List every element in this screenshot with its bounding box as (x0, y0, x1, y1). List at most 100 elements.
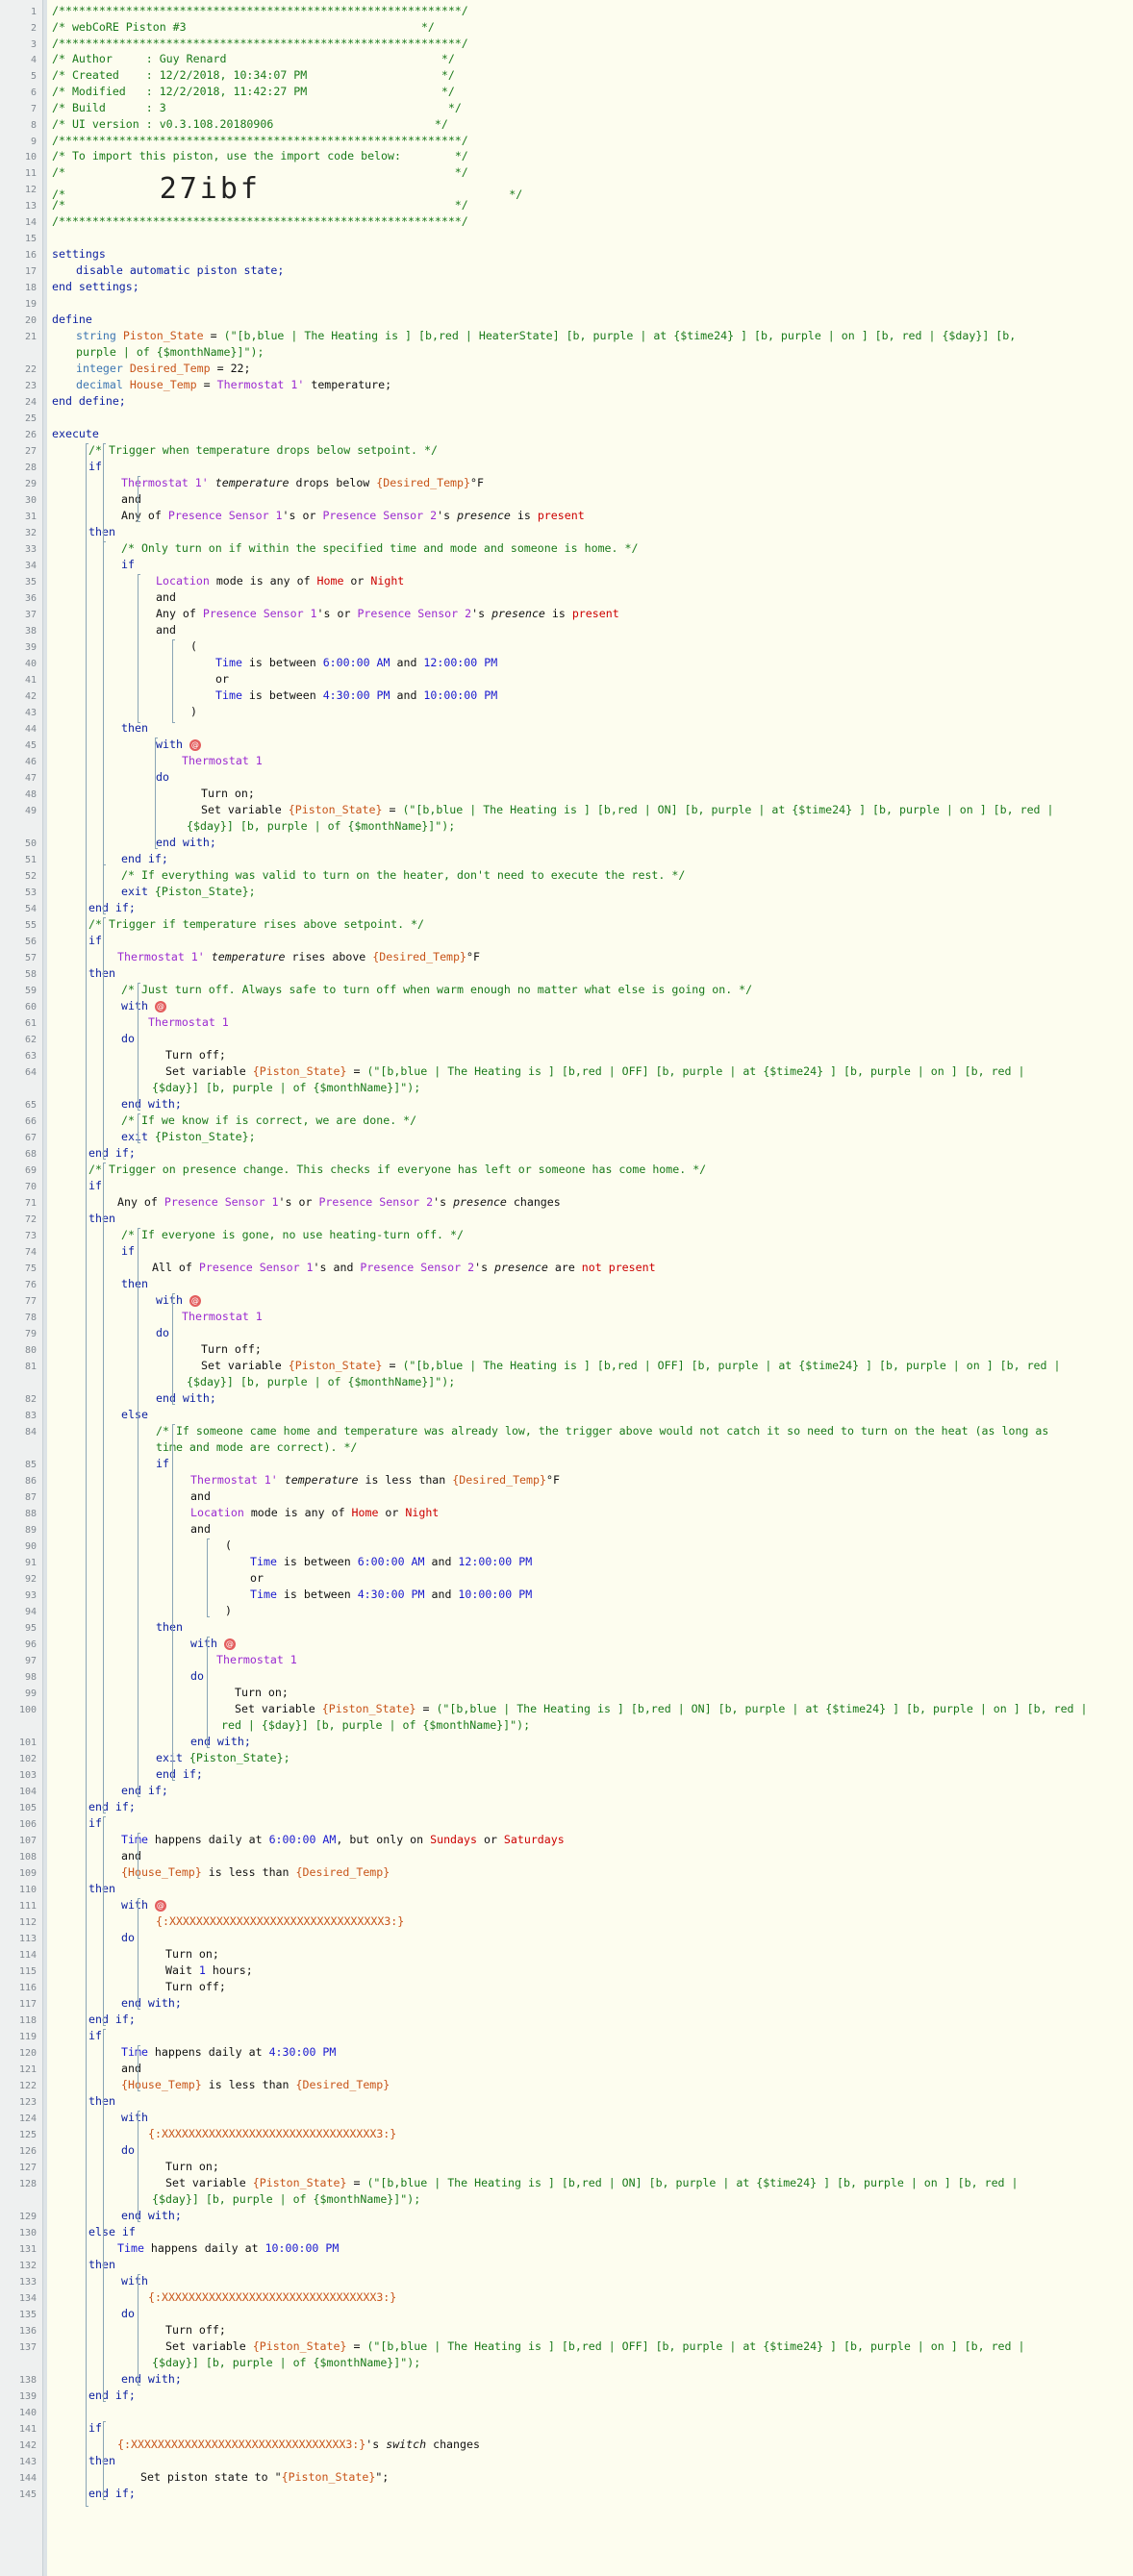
code-line: do (121, 1032, 135, 1045)
code-line: ) (190, 705, 197, 718)
code-token: { (288, 803, 295, 816)
block-bracket (138, 2274, 140, 2386)
code-token: webCoRE Piston #3 (71, 20, 187, 34)
code-token: ("[b,blue | The Heating is ] [b,red | He… (223, 329, 1017, 342)
line-number: 63 (24, 1051, 37, 1062)
code-token: integer (76, 362, 130, 375)
code-token: end with; (121, 2372, 182, 2386)
code-token: }; (241, 1130, 256, 1143)
code-token: ) (190, 705, 197, 718)
code-token: { (189, 1751, 196, 1764)
line-number: 85 (24, 1460, 37, 1470)
code-token: Set variable (201, 803, 289, 816)
block-bracket (207, 1538, 210, 1617)
code-token: 10:00:00 PM (423, 688, 498, 702)
line-number: 83 (24, 1411, 37, 1421)
code-line: /* Just turn off. Always safe to turn of… (121, 983, 752, 996)
code-line: Any of Presence Sensor 1's or Presence S… (121, 509, 585, 522)
line-number: 106 (18, 1819, 37, 1830)
code-line: end define; (52, 394, 126, 408)
code-token: do (156, 770, 169, 784)
code-token: is less than (358, 1473, 453, 1487)
code-token: 12/2/2018, 10:34:07 PM (159, 68, 308, 82)
code-line: Thermostat 1 (182, 754, 263, 767)
variable-reference: Piston_State (288, 2470, 369, 2484)
code-token: presence (453, 1195, 507, 1209)
line-number: 21 (24, 332, 37, 342)
line-number: 122 (18, 2081, 37, 2091)
code-token: Turn on; (165, 2160, 219, 2173)
line-number: 59 (24, 986, 37, 996)
gutter-divider (43, 0, 47, 2576)
code-line: with @ (121, 1898, 166, 1912)
code-token: { (252, 1064, 260, 1078)
line-number: 72 (24, 1214, 37, 1225)
code-token: 4:30:00 PM (357, 1588, 425, 1601)
line-number: 39 (24, 642, 37, 653)
line-number: 18 (24, 283, 37, 293)
code-line: /* To import this piston, use the import… (52, 149, 468, 163)
code-token: = (210, 362, 231, 375)
line-number: 92 (24, 1574, 37, 1585)
code-line: then (88, 525, 115, 538)
line-number: 90 (24, 1541, 37, 1552)
code-token: execute (52, 427, 99, 440)
line-number: 67 (24, 1133, 37, 1143)
code-token: /* Build : (52, 101, 160, 114)
line-number: 134 (18, 2293, 37, 2304)
code-token: 3 (159, 101, 166, 114)
variable-reference: Desired_Temp (302, 1865, 384, 1879)
line-number: 77 (24, 1296, 37, 1307)
code-line: if (156, 1457, 169, 1470)
code-line: else (121, 1408, 148, 1421)
code-line: Turn on; (201, 787, 255, 800)
line-number: 115 (18, 1966, 37, 1977)
code-token: or (476, 1833, 504, 1846)
line-number: 52 (24, 871, 37, 882)
code-token: else if (88, 2225, 136, 2238)
code-line: end if; (88, 2388, 136, 2402)
code-token: is less than (201, 2078, 296, 2091)
device-reference: Presence Sensor 2 (318, 1195, 434, 1209)
code-line: end if; (88, 1800, 136, 1813)
code-line: purple | of {$monthName}]"); (76, 345, 264, 359)
code-line: decimal House_Temp = Thermostat 1' tempe… (76, 378, 391, 391)
line-number: 99 (24, 1688, 37, 1699)
line-number: 41 (24, 675, 37, 686)
device-reference: Location (156, 574, 210, 588)
code-token: /* Trigger when temperature drops below … (88, 443, 438, 457)
line-number: 47 (24, 773, 37, 784)
code-line: or (215, 672, 229, 686)
code-line: Set variable {Piston_State} = ("[b,blue … (201, 1359, 1060, 1372)
code-token: presence (491, 607, 545, 620)
code-line: Turn off; (165, 2323, 226, 2337)
code-token: /* If everything was valid to turn on th… (121, 868, 686, 882)
block-bracket (103, 917, 106, 1160)
code-token: Time (250, 1588, 277, 1601)
code-token: settings (52, 247, 106, 261)
code-token: if (121, 1244, 135, 1258)
code-token: end if; (121, 1784, 168, 1797)
code-token: ("[b,blue | The Heating is ] [b,red | ON… (402, 803, 1054, 816)
code-token: = (203, 329, 224, 342)
code-token: */ (307, 85, 455, 98)
code-line: with @ (121, 999, 166, 1013)
code-token: Set variable (201, 1359, 289, 1372)
code-token: Any of (156, 607, 203, 620)
device-reference: Presence Sensor 1 (202, 607, 317, 620)
line-number: 54 (24, 904, 37, 914)
line-number: 111 (18, 1901, 37, 1912)
line-number: 74 (24, 1247, 37, 1258)
line-number: 3 (30, 39, 37, 50)
block-bracket (172, 639, 175, 723)
code-line: {House_Temp} is less than {Desired_Temp} (121, 2078, 390, 2091)
code-token: /***************************************… (52, 4, 468, 17)
code-line: end if; (88, 1146, 136, 1160)
code-line: with @ (156, 738, 201, 751)
code-line: Turn on; (165, 1947, 219, 1961)
code-token: time and mode are correct). */ (156, 1440, 358, 1454)
code-token: mode is any of (209, 574, 317, 588)
line-number: 29 (24, 479, 37, 489)
line-number: 109 (18, 1868, 37, 1879)
